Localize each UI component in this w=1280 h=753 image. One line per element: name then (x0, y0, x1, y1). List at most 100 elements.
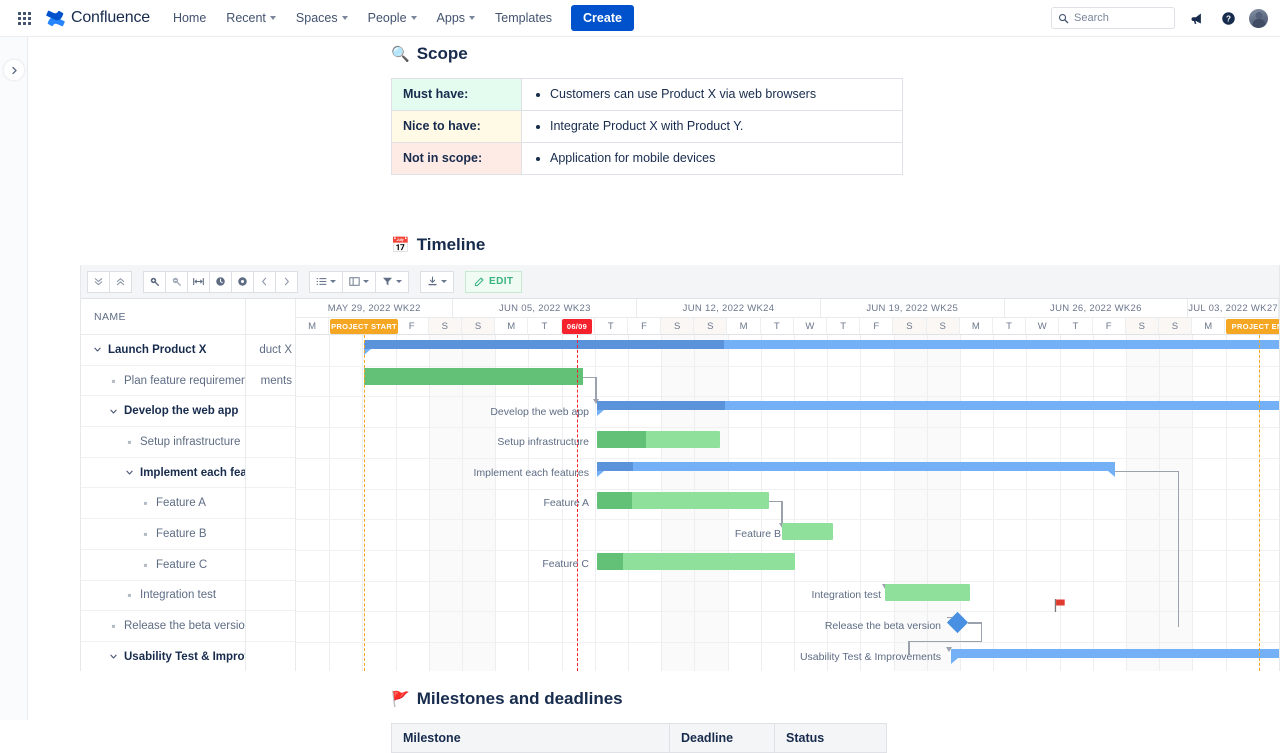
nav-item-templates[interactable]: Templates (486, 5, 561, 31)
page-content: 🔍 Scope Must have: Customers can use Pro… (29, 37, 1280, 720)
gantt-row-launch-product-x[interactable]: Launch Product X (81, 335, 245, 366)
edit-button[interactable]: EDIT (465, 271, 522, 293)
project-start-marker[interactable]: PROJECT START (330, 319, 398, 334)
gantt-bar-label-release-the-beta-version: Release the beta version (316, 621, 941, 632)
filter-button[interactable] (375, 271, 409, 293)
user-avatar[interactable] (1249, 9, 1268, 28)
chevron-down-icon[interactable] (107, 405, 120, 418)
gantt-bar-setup-infrastructure[interactable] (597, 431, 720, 448)
nav-item-recent[interactable]: Recent (217, 5, 285, 31)
calendar-icon: 📅 (391, 238, 410, 253)
gantt-name-header: NAME (81, 299, 245, 335)
gantt-bar-label-feature-c: Feature C (316, 559, 589, 570)
gantt-row-plan-feature-requirements[interactable]: ▪ Plan feature requirements (81, 366, 245, 397)
gantt-row-usability-test-improvements[interactable]: Usability Test & Improvements (81, 642, 245, 671)
nav-item-home[interactable]: Home (164, 5, 215, 31)
gantt-bar-label-feature-b: Feature B (316, 529, 781, 540)
gantt-timeline-area[interactable]: MAY 29, 2022 WK22 JUN 05, 2022 WK23 JUN … (296, 299, 1279, 671)
week-label: JUN 26, 2022 WK26 (1005, 299, 1189, 318)
grid-apps-icon[interactable] (12, 6, 36, 30)
week-label: JUN 12, 2022 WK24 (637, 299, 821, 318)
zoom-in-button[interactable] (143, 271, 166, 293)
columns-button[interactable] (342, 271, 376, 293)
week-label: JUN 19, 2022 WK25 (821, 299, 1005, 318)
table-header-row: Milestone Deadline Status (392, 724, 887, 753)
gantt-bar-usability-test-improvements[interactable] (951, 649, 1279, 658)
expand-sidebar-button[interactable] (3, 59, 25, 81)
gantt-clipped-label (246, 550, 295, 581)
scope-label-must-have: Must have: (392, 79, 522, 111)
nav-item-apps[interactable]: Apps (428, 5, 485, 31)
expand-all-button[interactable] (109, 271, 132, 293)
gantt-bar-develop-the-web-app[interactable] (597, 401, 1279, 410)
help-circle-icon[interactable]: ? (1217, 7, 1239, 29)
gantt-bar-implement-each-features[interactable] (597, 462, 1115, 471)
deadline-flag-icon[interactable] (1054, 599, 1066, 618)
gantt-bar-plan-feature-requirements[interactable] (364, 368, 583, 385)
flag-icon: 🚩 (391, 692, 410, 707)
fit-to-screen-button[interactable] (187, 271, 210, 293)
gantt-row-implement-each-features[interactable]: Implement each features (81, 458, 245, 489)
table-row: Not in scope: Application for mobile dev… (392, 142, 903, 174)
nav-label: Spaces (296, 11, 338, 25)
gantt-grid: Develop the web app Setup infrastructure… (296, 335, 1279, 671)
confluence-brand-link[interactable]: Confluence (46, 9, 150, 28)
search-input[interactable]: Search (1051, 7, 1175, 29)
project-end-marker[interactable]: PROJECT END (1226, 319, 1279, 334)
chevron-down-icon[interactable] (107, 650, 120, 663)
gantt-bar-feature-a[interactable] (597, 492, 769, 509)
gantt-row-label: Plan feature requirements (124, 375, 245, 387)
scroll-right-button[interactable] (275, 271, 298, 293)
table-row: Nice to have: Integrate Product X with P… (392, 110, 903, 142)
chevron-down-icon[interactable] (123, 466, 136, 479)
chevron-down-icon (342, 16, 348, 20)
nav-label: Home (173, 11, 206, 25)
gantt-bar-feature-b[interactable] (782, 523, 833, 540)
search-icon (1058, 13, 1069, 24)
gantt-clipped-label (246, 427, 295, 458)
export-button[interactable] (420, 271, 454, 293)
megaphone-icon[interactable] (1185, 7, 1207, 29)
zoom-out-button[interactable] (165, 271, 188, 293)
scroll-left-button[interactable] (253, 271, 276, 293)
day-cell: F (1093, 318, 1126, 335)
nav-item-spaces[interactable]: Spaces (287, 5, 357, 31)
gantt-row-feature-a[interactable]: ▪ Feature A (81, 488, 245, 519)
day-cell: M (296, 318, 329, 335)
day-cell: T (1059, 318, 1092, 335)
today-marker[interactable]: 06/09 (562, 319, 592, 334)
day-cell: W (1026, 318, 1059, 335)
gantt-bar-feature-c[interactable] (597, 553, 795, 570)
gantt-bar-integration-test[interactable] (885, 584, 970, 601)
gantt-row-feature-b[interactable]: ▪ Feature B (81, 519, 245, 550)
gantt-row-integration-test[interactable]: ▪ Integration test (81, 581, 245, 612)
chevron-down-icon (411, 16, 417, 20)
bullet-icon: ▪ (139, 559, 152, 571)
gantt-week-header: MAY 29, 2022 WK22 JUN 05, 2022 WK23 JUN … (296, 299, 1279, 318)
day-cell: W (794, 318, 827, 335)
chevron-down-icon (330, 280, 336, 283)
toolbar-group-options (309, 271, 409, 293)
scope-value-not-in-scope: Application for mobile devices (522, 142, 903, 174)
gantt-row-feature-c[interactable]: ▪ Feature C (81, 550, 245, 581)
bullet-icon: ▪ (107, 620, 120, 632)
gantt-clipped-label (246, 611, 295, 642)
nav-item-people[interactable]: People (359, 5, 426, 31)
gantt-row-release-the-beta-version[interactable]: ▪ Release the beta version (81, 611, 245, 642)
gantt-row-label: Develop the web app (124, 405, 238, 417)
chevron-down-icon[interactable] (91, 343, 104, 356)
collapse-all-button[interactable] (87, 271, 110, 293)
create-button[interactable]: Create (571, 5, 634, 31)
gantt-row-develop-the-web-app[interactable]: Develop the web app (81, 396, 245, 427)
gantt-row-label: Feature B (156, 528, 207, 540)
gantt-row-setup-infrastructure[interactable]: ▪ Setup infrastructure (81, 427, 245, 458)
list-view-button[interactable] (309, 271, 343, 293)
gantt-bar-launch-product-x[interactable] (364, 340, 1279, 349)
gantt-bar-label-setup-infrastructure: Setup infrastructure (316, 437, 589, 448)
critical-path-button[interactable] (231, 271, 254, 293)
today-button[interactable] (209, 271, 232, 293)
gantt-body: NAME Launch Product X ▪ Plan feature req… (81, 299, 1279, 671)
gantt-toolbar: EDIT (81, 265, 1279, 299)
gantt-bar-label-develop-the-web-app: Develop the web app (316, 407, 589, 418)
day-cell: S (927, 318, 960, 335)
